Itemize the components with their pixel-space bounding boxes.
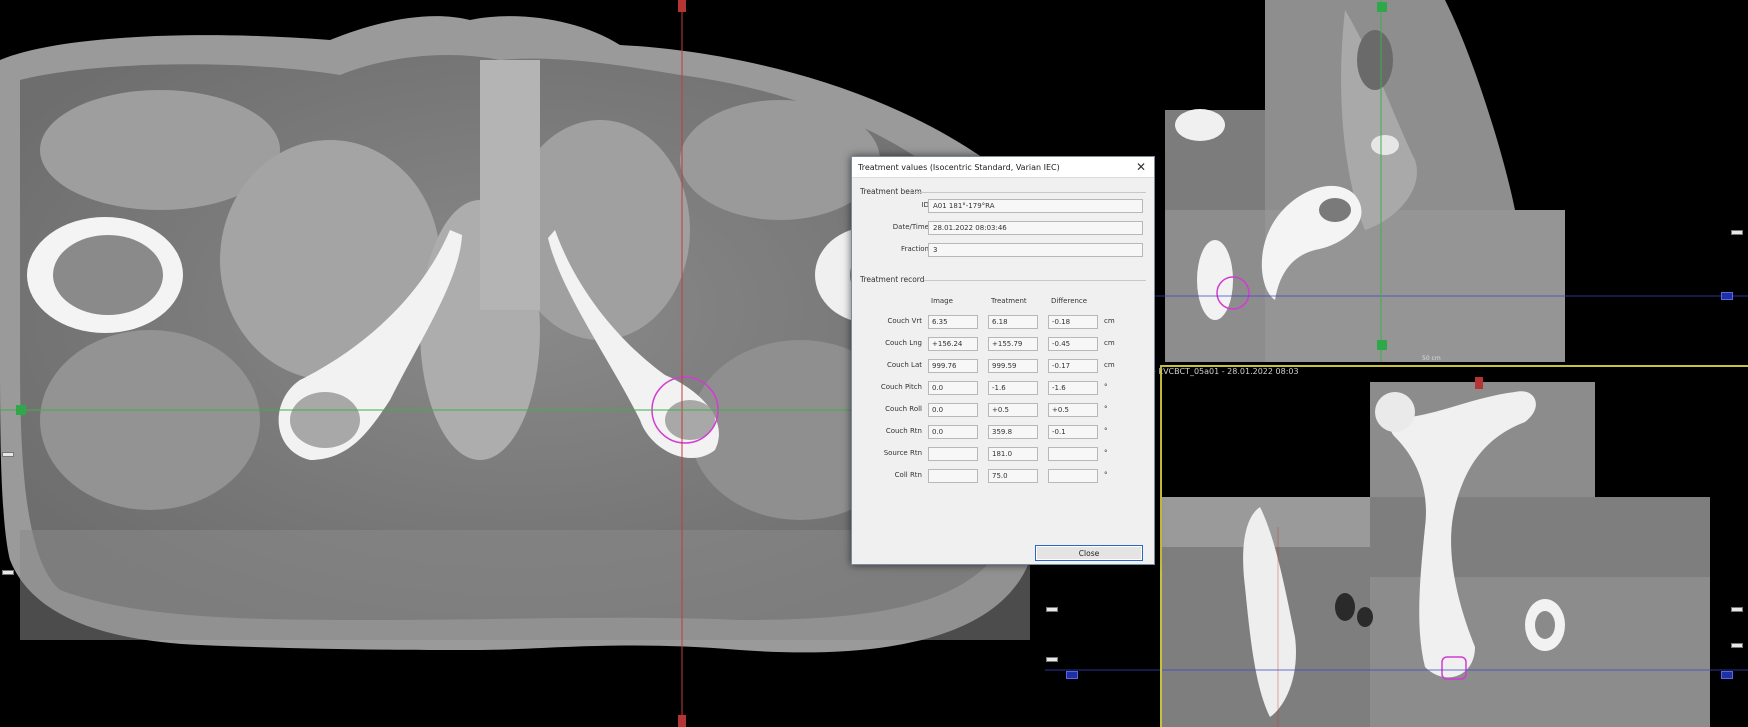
field-label: Fraction: [901, 245, 929, 253]
record-row-couch-rtn: Couch Rtn 0.0 359.8 -0.1 °: [852, 425, 1154, 439]
record-unit: cm: [1104, 317, 1115, 325]
record-difference-value[interactable]: [1048, 469, 1098, 483]
fraction-field[interactable]: 3: [928, 243, 1143, 257]
coronal-horizontal-crosshair-handle[interactable]: [1066, 671, 1078, 679]
coronal-viewport-caption: - kVCBCT_05a01 - 28.01.2022 08:03: [1153, 367, 1299, 376]
record-treatment-value[interactable]: +0.5: [988, 403, 1038, 417]
fraction-row: Fraction 3: [852, 243, 1154, 257]
record-image-value[interactable]: +156.24: [928, 337, 978, 351]
record-image-value[interactable]: 999.76: [928, 359, 978, 373]
record-label: Couch Roll: [885, 405, 922, 413]
coronal-side-marker: [1731, 643, 1743, 648]
axial-vertical-crosshair-handle-bottom[interactable]: [678, 715, 686, 727]
record-label: Couch Lng: [885, 339, 922, 347]
record-label: Coll Rtn: [894, 471, 922, 479]
column-header-treatment: Treatment: [991, 297, 1027, 305]
column-header-difference: Difference: [1051, 297, 1088, 305]
record-image-value[interactable]: [928, 447, 978, 461]
sagittal-horizontal-crosshair-handle[interactable]: [1721, 292, 1733, 300]
record-treatment-value[interactable]: 999.59: [988, 359, 1038, 373]
record-label: Couch Vrt: [887, 317, 922, 325]
close-icon[interactable]: ✕: [1134, 161, 1148, 173]
record-unit: cm: [1104, 361, 1115, 369]
record-treatment-value[interactable]: 359.8: [988, 425, 1038, 439]
record-difference-value[interactable]: -1.6: [1048, 381, 1098, 395]
record-difference-value[interactable]: -0.45: [1048, 337, 1098, 351]
axial-side-marker: [2, 452, 14, 457]
record-label: Source Rtn: [883, 449, 922, 457]
record-treatment-value[interactable]: 6.18: [988, 315, 1038, 329]
sagittal-side-marker: [1731, 230, 1743, 235]
record-image-value[interactable]: 0.0: [928, 425, 978, 439]
record-label: Couch Pitch: [880, 383, 922, 391]
section-divider: [924, 280, 1146, 281]
close-button[interactable]: Close: [1035, 545, 1143, 561]
treatment-values-dialog: Treatment values (Isocentric Standard, V…: [851, 156, 1155, 565]
datetime-row: Date/Time 28.01.2022 08:03:46: [852, 221, 1154, 235]
record-row-couch-vrt: Couch Vrt 6.35 6.18 -0.18 cm: [852, 315, 1154, 329]
field-label: Date/Time: [892, 223, 929, 231]
column-header-image: Image: [931, 297, 953, 305]
record-image-value[interactable]: [928, 469, 978, 483]
sagittal-vertical-crosshair-handle[interactable]: [1377, 2, 1387, 12]
record-unit: °: [1104, 449, 1108, 457]
record-row-couch-roll: Couch Roll 0.0 +0.5 +0.5 °: [852, 403, 1154, 417]
treatment-record-section-label: Treatment record: [860, 275, 925, 284]
record-difference-value[interactable]: [1048, 447, 1098, 461]
beam-id-row: ID A01 181°-179°RA: [852, 199, 1154, 213]
record-row-couch-pitch: Couch Pitch 0.0 -1.6 -1.6 °: [852, 381, 1154, 395]
coronal-horizontal-crosshair-handle-right[interactable]: [1721, 671, 1733, 679]
record-image-value[interactable]: 6.35: [928, 315, 978, 329]
record-image-value[interactable]: 0.0: [928, 403, 978, 417]
record-image-value[interactable]: 0.0: [928, 381, 978, 395]
coronal-side-marker: [1731, 607, 1743, 612]
record-difference-value[interactable]: -0.17: [1048, 359, 1098, 373]
record-label: Couch Rtn: [885, 427, 922, 435]
record-unit: cm: [1104, 339, 1115, 347]
record-difference-value[interactable]: -0.1: [1048, 425, 1098, 439]
record-treatment-value[interactable]: +155.79: [988, 337, 1038, 351]
axial-horizontal-crosshair-handle[interactable]: [16, 405, 26, 415]
record-difference-value[interactable]: +0.5: [1048, 403, 1098, 417]
coronal-side-marker: [1046, 657, 1058, 662]
record-difference-value[interactable]: -0.18: [1048, 315, 1098, 329]
datetime-field[interactable]: 28.01.2022 08:03:46: [928, 221, 1143, 235]
record-row-couch-lat: Couch Lat 999.76 999.59 -0.17 cm: [852, 359, 1154, 373]
axial-vertical-crosshair-handle[interactable]: [678, 0, 686, 12]
record-row-couch-lng: Couch Lng +156.24 +155.79 -0.45 cm: [852, 337, 1154, 351]
record-row-coll-rtn: Coll Rtn 75.0 °: [852, 469, 1154, 483]
dialog-title: Treatment values (Isocentric Standard, V…: [858, 162, 1060, 172]
section-divider: [910, 192, 1146, 193]
record-unit: °: [1104, 383, 1108, 391]
record-treatment-value[interactable]: 75.0: [988, 469, 1038, 483]
beam-id-field[interactable]: A01 181°-179°RA: [928, 199, 1143, 213]
record-unit: °: [1104, 471, 1108, 479]
record-unit: °: [1104, 427, 1108, 435]
coronal-vertical-crosshair-handle[interactable]: [1475, 377, 1483, 389]
record-unit: °: [1104, 405, 1108, 413]
dialog-titlebar[interactable]: Treatment values (Isocentric Standard, V…: [852, 157, 1154, 178]
coronal-side-marker: [1046, 607, 1058, 612]
record-label: Couch Lat: [886, 361, 922, 369]
scale-label: 50 cm: [1422, 355, 1441, 362]
sagittal-vertical-crosshair-handle-bottom[interactable]: [1377, 340, 1387, 350]
record-treatment-value[interactable]: -1.6: [988, 381, 1038, 395]
record-treatment-value[interactable]: 181.0: [988, 447, 1038, 461]
record-row-source-rtn: Source Rtn 181.0 °: [852, 447, 1154, 461]
axial-side-marker: [2, 570, 14, 575]
